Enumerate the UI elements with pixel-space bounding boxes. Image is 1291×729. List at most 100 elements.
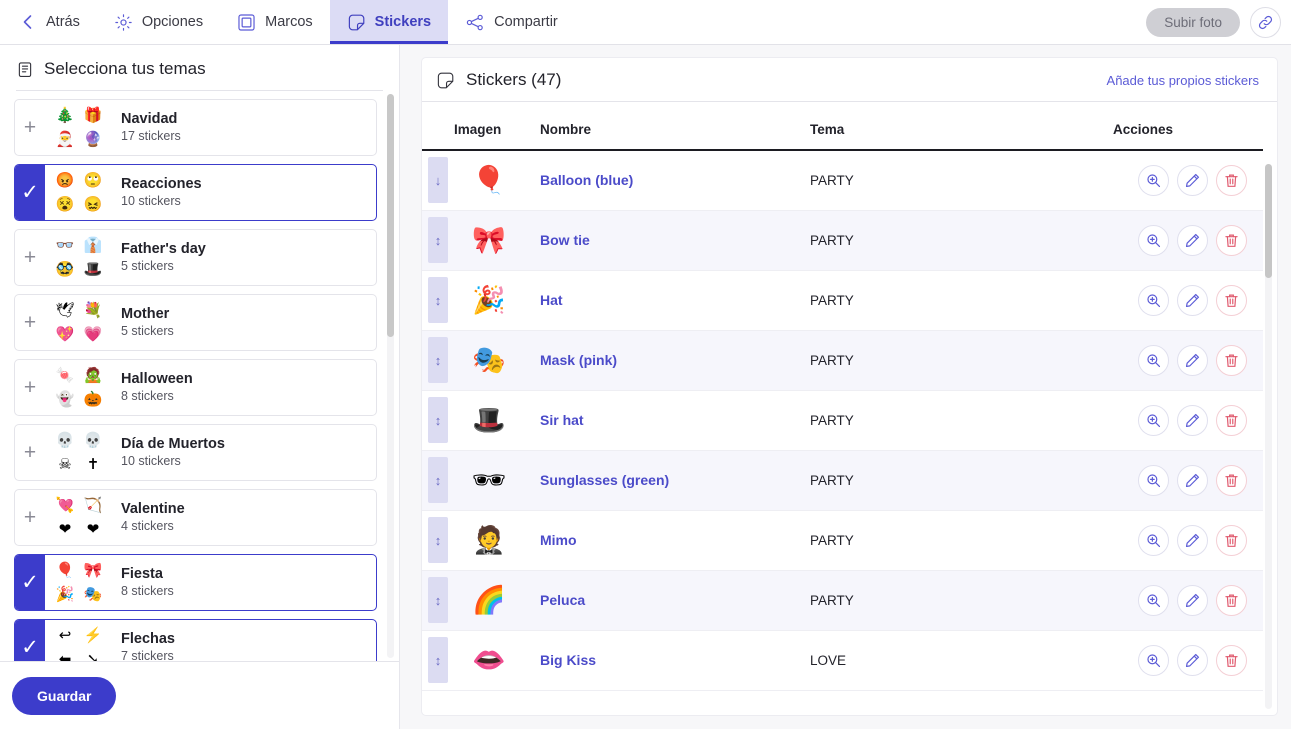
table-row[interactable]: ↕ 🤵 Mimo PARTY: [422, 510, 1263, 571]
sticker-name[interactable]: Sunglasses (green): [540, 450, 810, 511]
trash-button[interactable]: [1216, 224, 1247, 256]
drag-handle-icon[interactable]: ↕: [428, 397, 448, 443]
theme-item[interactable]: + 👓 👔 🥸 🎩 Father's day 5 stickers: [14, 229, 377, 286]
pencil-button[interactable]: [1177, 644, 1208, 676]
pencil-button[interactable]: [1177, 284, 1208, 316]
table-row[interactable]: ↕ 🎭 Mask (pink) PARTY: [422, 330, 1263, 391]
row-actions: [1113, 570, 1263, 631]
trash-button[interactable]: [1216, 344, 1247, 376]
pencil-icon: [1184, 352, 1201, 369]
drag-handle-icon[interactable]: ↓: [428, 157, 448, 204]
sticker-name[interactable]: Bow tie: [540, 210, 810, 271]
theme-item[interactable]: ✓ 🎈 🎀 🎉 🎭 Fiesta 8 stickers: [14, 554, 377, 611]
zoom-in-button[interactable]: [1138, 224, 1169, 256]
table-row[interactable]: ↕ 🎩 Sir hat PARTY: [422, 390, 1263, 451]
zoom-in-button[interactable]: [1138, 404, 1169, 436]
tab-marcos[interactable]: Marcos: [220, 0, 330, 44]
zoom-in-button[interactable]: [1138, 164, 1169, 196]
save-button[interactable]: Guardar: [12, 676, 117, 715]
zoom-in-button[interactable]: [1138, 584, 1169, 616]
drag-handle-icon[interactable]: ↕: [428, 517, 448, 563]
trash-button[interactable]: [1216, 584, 1247, 616]
stickers-table-wrapper[interactable]: Imagen Nombre Tema Acciones ↓ 🎈 Balloon (b…: [422, 102, 1277, 715]
theme-thumb: 💘: [55, 496, 75, 514]
theme-item[interactable]: ✓ 😡 🙄 😵 😖 Reacciones 10 stickers: [14, 164, 377, 221]
theme-sticker-count: 4 stickers: [121, 519, 174, 534]
check-icon[interactable]: ✓: [15, 165, 45, 220]
trash-button[interactable]: [1216, 644, 1247, 676]
zoom-in-button[interactable]: [1138, 644, 1169, 676]
plus-icon[interactable]: +: [15, 360, 45, 415]
plus-icon[interactable]: +: [15, 230, 45, 285]
tab-stickers[interactable]: Stickers: [329, 0, 449, 44]
plus-icon[interactable]: +: [15, 100, 45, 155]
zoom-in-button[interactable]: [1138, 284, 1169, 316]
sticker-name[interactable]: Hat: [540, 270, 810, 331]
table-row[interactable]: ↓ 🎈 Balloon (blue) PARTY: [422, 150, 1263, 211]
theme-thumbnails: 💘 🏹 ❤ ❤: [45, 490, 103, 545]
theme-item[interactable]: + 🍬 🧟 👻 🎃 Halloween 8 stickers: [14, 359, 377, 416]
tab-opciones[interactable]: Opciones: [97, 0, 220, 44]
check-icon[interactable]: ✓: [15, 555, 45, 610]
zoom-in-button[interactable]: [1138, 344, 1169, 376]
table-row[interactable]: ↕ 🎉 Hat PARTY: [422, 270, 1263, 331]
theme-item[interactable]: + 🎄 🎁 🎅 🔮 Navidad 17 stickers: [14, 99, 377, 156]
plus-icon[interactable]: +: [15, 490, 45, 545]
trash-button[interactable]: [1216, 464, 1247, 496]
zoom-in-icon: [1145, 472, 1162, 489]
pencil-button[interactable]: [1177, 224, 1208, 256]
sidebar-scrollbar[interactable]: [387, 94, 394, 658]
sticker-name[interactable]: Balloon (blue): [540, 150, 810, 211]
check-icon[interactable]: ✓: [15, 620, 45, 661]
themes-list[interactable]: + 🎄 🎁 🎅 🔮 Navidad 17 stickers ✓ 😡 🙄 😵 😖 Reacciones 10…: [0, 91, 399, 661]
pencil-button[interactable]: [1177, 164, 1208, 196]
zoom-in-button[interactable]: [1138, 524, 1169, 556]
sidebar-scrollbar-thumb[interactable]: [387, 94, 394, 337]
pencil-button[interactable]: [1177, 524, 1208, 556]
trash-icon: [1223, 472, 1240, 489]
sticker-name[interactable]: Mask (pink): [540, 330, 810, 391]
theme-thumb: 😡: [55, 171, 75, 189]
pencil-button[interactable]: [1177, 404, 1208, 436]
plus-icon[interactable]: +: [15, 295, 45, 350]
upload-photo-button[interactable]: Subir foto: [1146, 7, 1240, 37]
drag-handle-icon[interactable]: ↕: [428, 457, 448, 503]
table-scrollbar-thumb[interactable]: [1265, 164, 1272, 279]
theme-meta: Reacciones 10 stickers: [101, 165, 376, 220]
row-actions: [1113, 630, 1263, 691]
trash-button[interactable]: [1216, 404, 1247, 436]
sticker-name[interactable]: Peluca: [540, 570, 810, 631]
theme-sticker-count: 10 stickers: [121, 194, 181, 209]
pencil-button[interactable]: [1177, 344, 1208, 376]
drag-handle-icon[interactable]: ↕: [428, 637, 448, 683]
sticker-name[interactable]: Sir hat: [540, 390, 810, 451]
sticker-name[interactable]: Big Kiss: [540, 630, 810, 691]
table-row[interactable]: ↕ 🕶 Sunglasses (green) PARTY: [422, 450, 1263, 511]
trash-button[interactable]: [1216, 164, 1247, 196]
drag-handle-icon[interactable]: ↕: [428, 337, 448, 383]
table-row[interactable]: ↕ 🌈 Peluca PARTY: [422, 570, 1263, 631]
tab-atras[interactable]: Atrás: [8, 0, 97, 44]
theme-item[interactable]: ✓ ↩ ⚡ ⬅ ➘ Flechas 7 stickers: [14, 619, 377, 661]
copy-link-button[interactable]: [1250, 6, 1281, 38]
add-own-stickers-link[interactable]: Añade tus propios stickers: [1107, 73, 1259, 88]
sticker-name[interactable]: Mimo: [540, 510, 810, 571]
theme-item[interactable]: + 💀 💀 ☠ ✝ Día de Muertos 10 stickers: [14, 424, 377, 481]
tab-compartir[interactable]: Compartir: [448, 0, 575, 44]
drag-handle-icon[interactable]: ↕: [428, 577, 448, 623]
zoom-in-button[interactable]: [1138, 464, 1169, 496]
theme-item[interactable]: + 🕊 💐 💖 💗 Mother 5 stickers: [14, 294, 377, 351]
plus-icon[interactable]: +: [15, 425, 45, 480]
trash-button[interactable]: [1216, 524, 1247, 556]
table-row[interactable]: ↕ 👄 Big Kiss LOVE: [422, 630, 1263, 691]
row-actions: [1113, 450, 1263, 511]
trash-button[interactable]: [1216, 284, 1247, 316]
pencil-button[interactable]: [1177, 584, 1208, 616]
theme-item[interactable]: + 💘 🏹 ❤ ❤ Valentine 4 stickers: [14, 489, 377, 546]
drag-handle-icon[interactable]: ↕: [428, 217, 448, 263]
table-scrollbar[interactable]: [1265, 164, 1272, 709]
drag-handle-cell: ↕: [422, 630, 454, 691]
pencil-button[interactable]: [1177, 464, 1208, 496]
table-row[interactable]: ↕ 🎀 Bow tie PARTY: [422, 210, 1263, 271]
drag-handle-icon[interactable]: ↕: [428, 277, 448, 323]
